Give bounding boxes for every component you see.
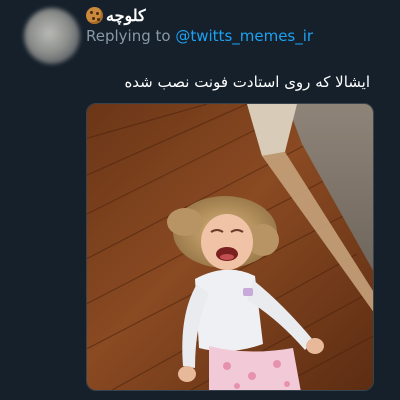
crying-child-photo bbox=[87, 104, 373, 390]
reply-prefix: Replying to bbox=[86, 27, 171, 45]
cookie-emoji-icon bbox=[86, 6, 103, 24]
reply-handle-link[interactable]: @twitts_memes_ir bbox=[175, 27, 313, 45]
reply-context: Replying to @twitts_memes_ir bbox=[86, 27, 313, 45]
avatar[interactable] bbox=[24, 8, 80, 64]
display-name[interactable]: کلوچه bbox=[106, 6, 146, 25]
tweet-card[interactable]: کلوچه Replying to @twitts_memes_ir ایشال… bbox=[0, 0, 400, 400]
tweet-media-photo[interactable] bbox=[86, 103, 374, 391]
author-name-row[interactable]: کلوچه bbox=[86, 4, 146, 26]
tweet-text: ایشالا که روی استادت فونت نصب شده bbox=[124, 73, 370, 91]
